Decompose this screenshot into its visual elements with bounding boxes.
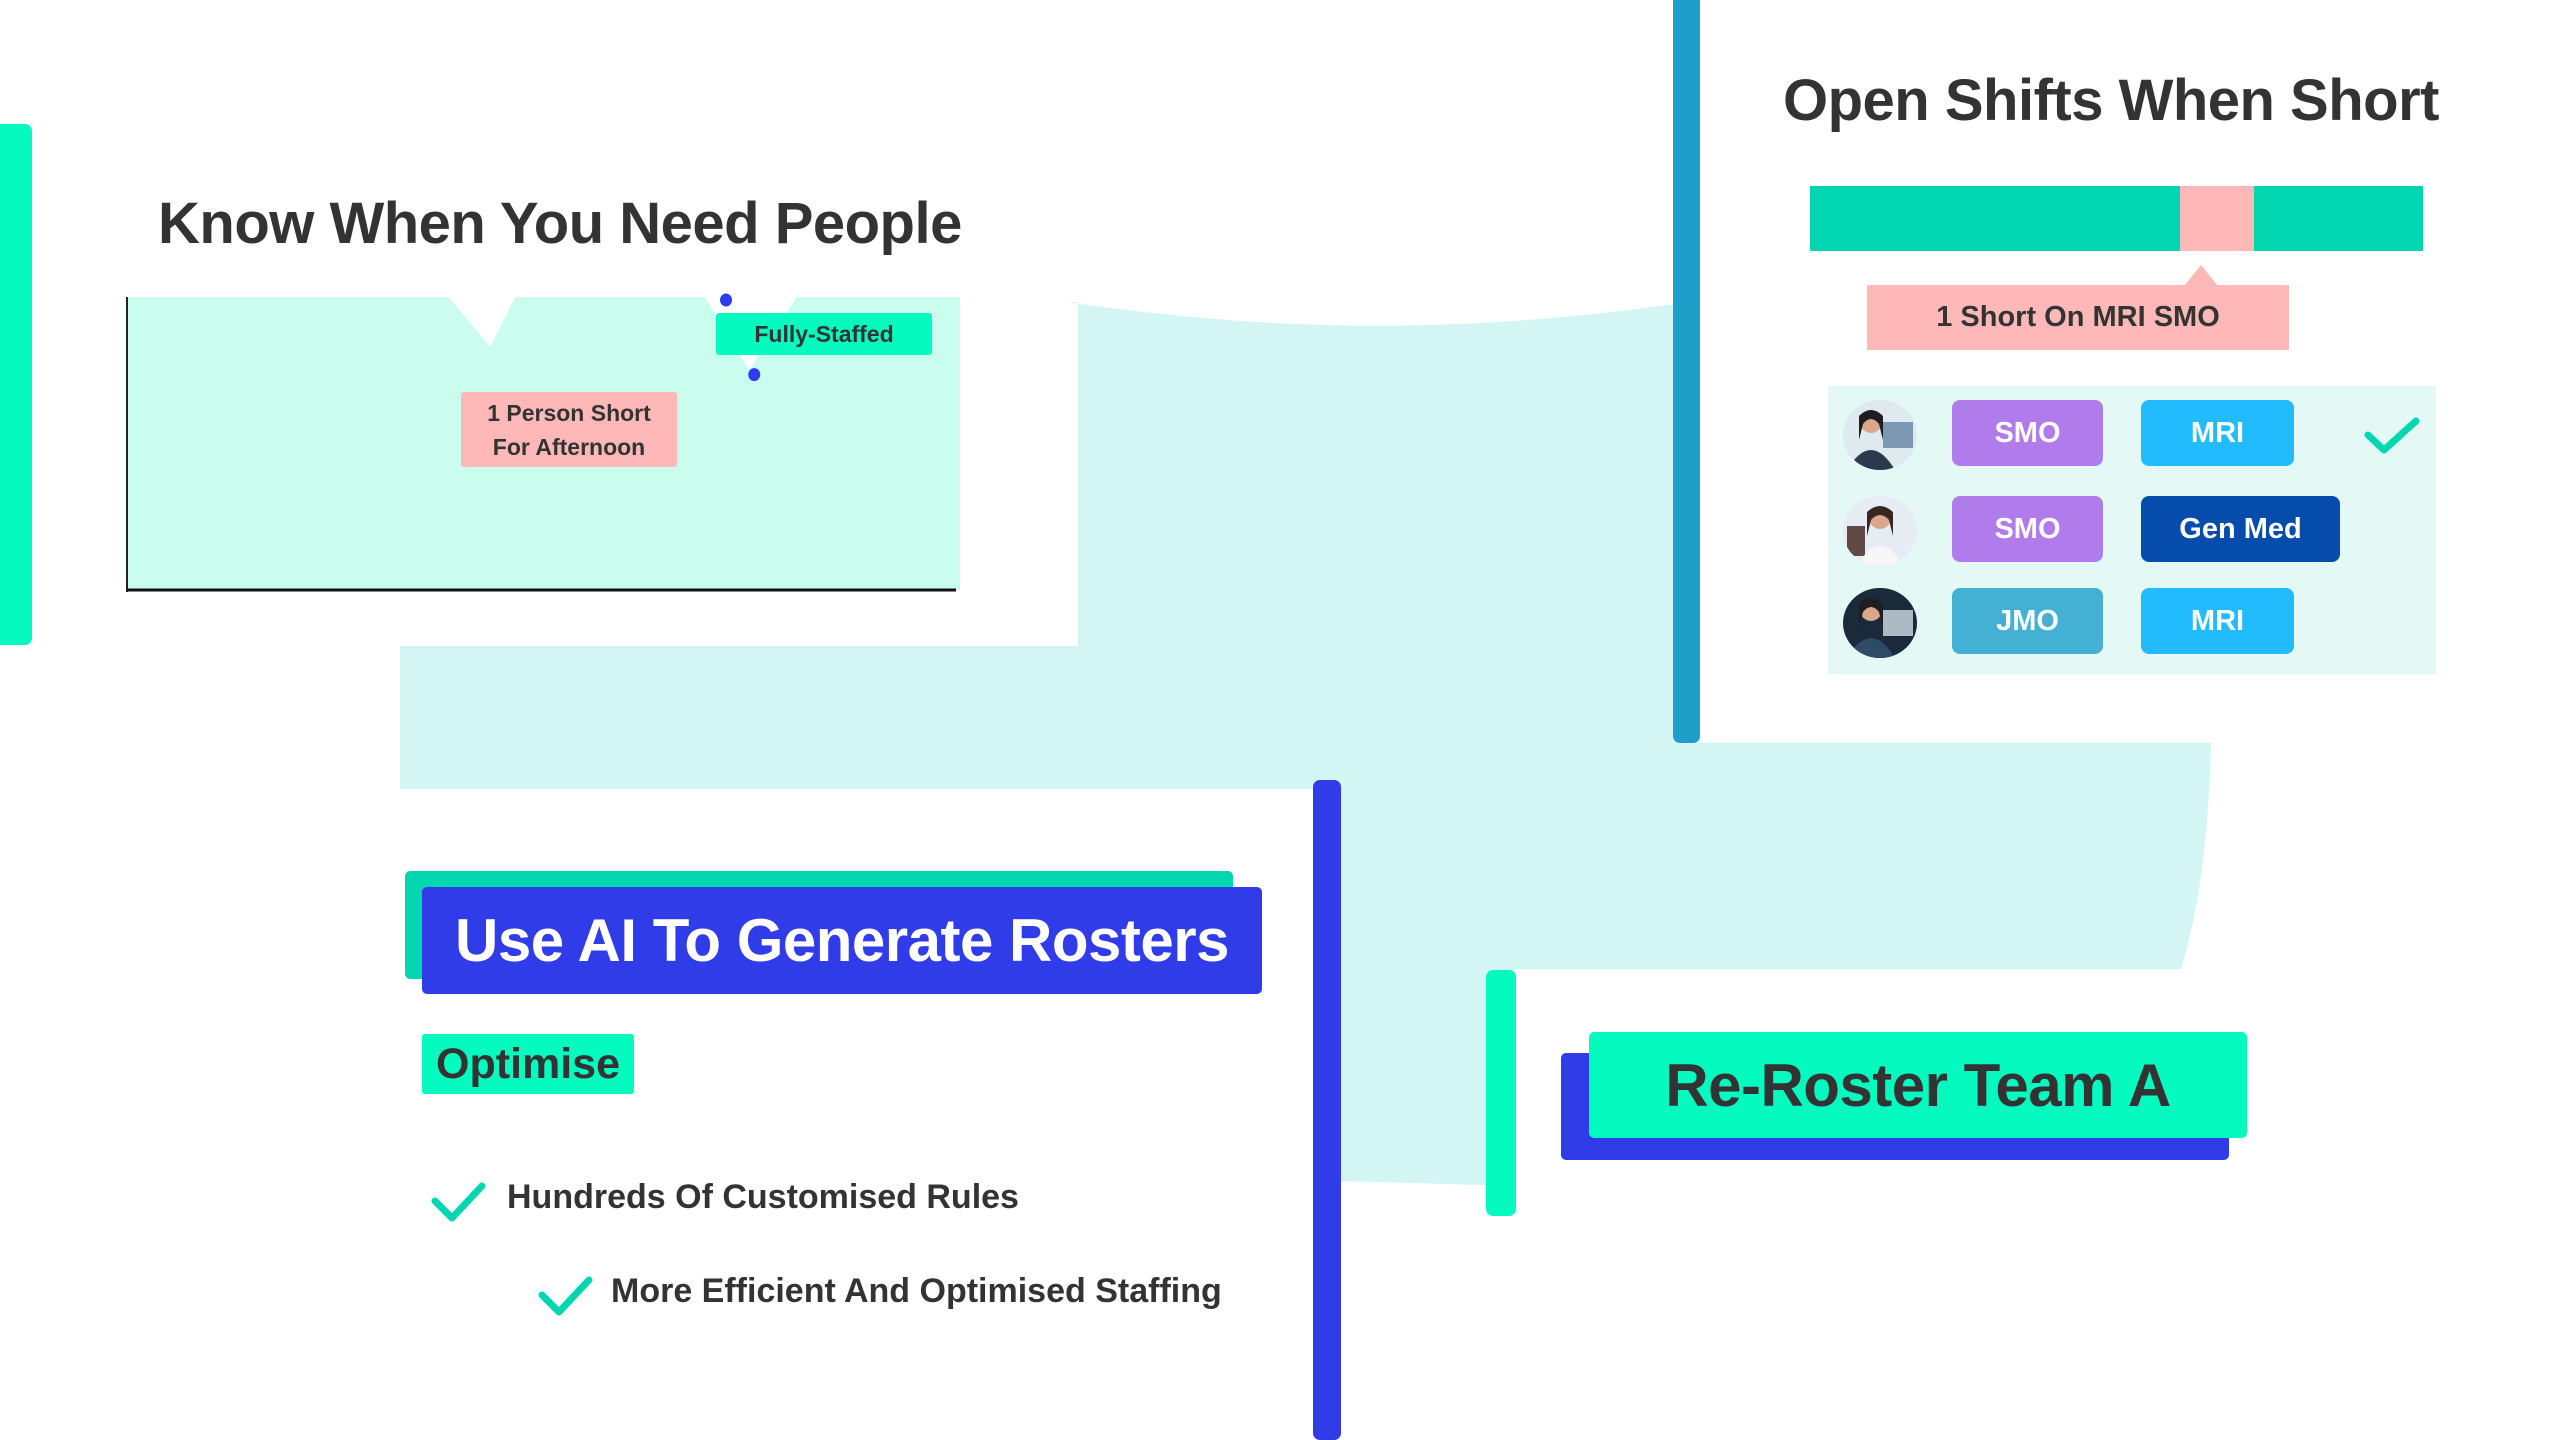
shift-segment-covered (1810, 186, 2180, 251)
roster-row[interactable]: JMO MRI (1828, 588, 2436, 658)
roster-row[interactable]: SMO MRI (1828, 400, 2436, 470)
reroster-team-a-button[interactable]: Re-Roster Team A (1589, 1032, 2247, 1138)
fully-staffed-text: Fully-Staffed (754, 320, 894, 347)
optimise-tag: Optimise (422, 1034, 634, 1094)
role-pill[interactable]: JMO (1952, 588, 2103, 654)
roster-row[interactable]: SMO Gen Med (1828, 496, 2436, 566)
fully-staffed-label: Fully-Staffed (716, 313, 932, 355)
chart-marker-dot (720, 293, 732, 307)
chart-marker-dot (748, 368, 761, 382)
roster-panel: SMO MRI SMO Gen Med JMO MRI (1828, 386, 2436, 674)
person-photo-icon (1843, 496, 1917, 566)
short-shift-tooltip-text: 1 Short On MRI SMO (1936, 301, 2220, 333)
avatar (1843, 400, 1917, 470)
open-shifts-section-title: Open Shifts When Short (1783, 68, 2439, 133)
feature-2-text: More Efficient And Optimised Staffing (611, 1272, 1222, 1310)
person-photo-icon (1843, 400, 1917, 470)
selected-check-icon (2364, 417, 2420, 454)
department-pill[interactable]: MRI (2141, 588, 2294, 654)
shift-segment-covered (2254, 186, 2423, 251)
shift-segment-short (2180, 186, 2254, 251)
short-shift-tooltip: 1 Short On MRI SMO (1867, 285, 2289, 350)
ai-section-title-block: Use AI To Generate Rosters (422, 887, 1262, 994)
feature-1-text: Hundreds Of Customised Rules (507, 1178, 1019, 1216)
reroster-button-label: Re-Roster Team A (1665, 1051, 2171, 1119)
ai-section-title: Use AI To Generate Rosters (455, 907, 1229, 974)
department-pill[interactable]: MRI (2141, 400, 2294, 466)
role-pill[interactable]: SMO (1952, 400, 2103, 466)
short-staff-text-line1: 1 Person Short (487, 399, 651, 426)
avatar (1843, 588, 1917, 658)
person-photo-icon (1843, 588, 1917, 658)
feature-1-check-icon (431, 1182, 486, 1222)
short-staff-text-line2: For Afternoon (492, 433, 646, 460)
shift-coverage-bar (1810, 186, 2423, 251)
avatar (1843, 496, 1917, 566)
optimise-tag-text: Optimise (436, 1039, 620, 1088)
short-staff-label: 1 Person Short For Afternoon (461, 392, 677, 467)
role-pill[interactable]: SMO (1952, 496, 2103, 562)
department-pill[interactable]: Gen Med (2141, 496, 2340, 562)
feature-2-check-icon (538, 1276, 593, 1316)
